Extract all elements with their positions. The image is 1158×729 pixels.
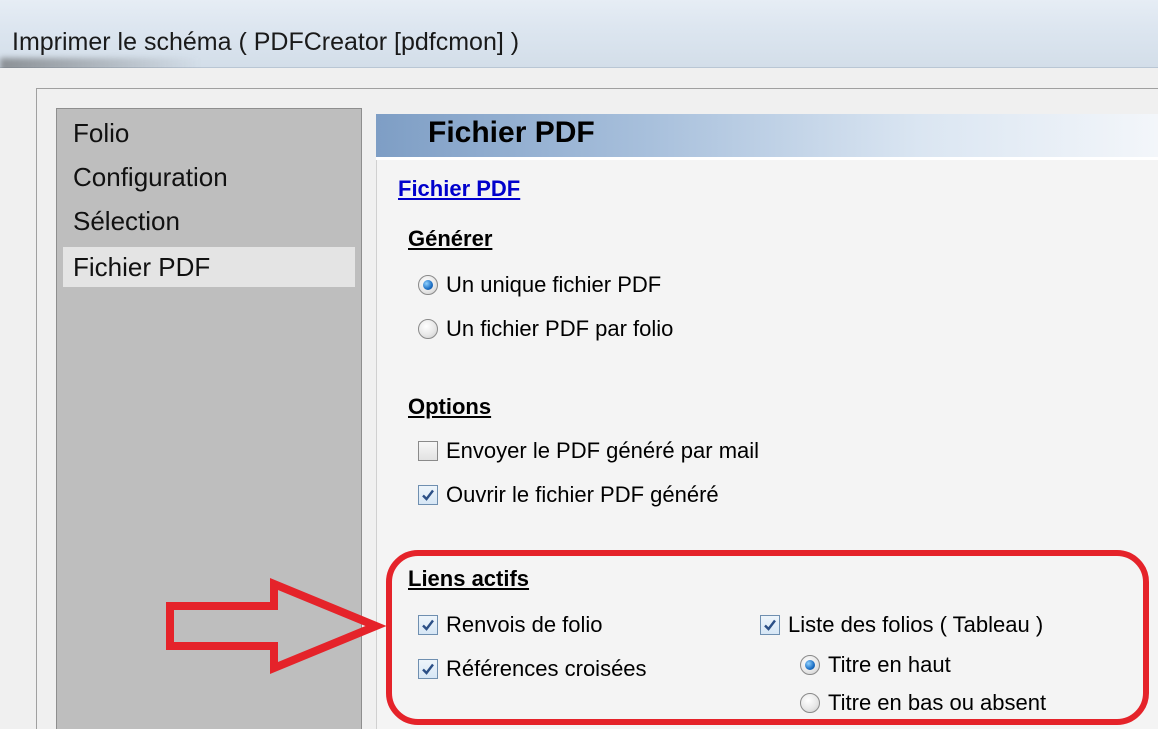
fichier-pdf-link[interactable]: Fichier PDF xyxy=(398,176,520,202)
checkbox-references-croisees[interactable]: Références croisées xyxy=(418,654,647,684)
radio-titre-bas[interactable]: Titre en bas ou absent xyxy=(800,688,1046,718)
radio-button-selected[interactable] xyxy=(800,655,820,675)
radio-titre-bas-label: Titre en bas ou absent xyxy=(828,690,1047,715)
header-divider xyxy=(376,158,1158,160)
checkbox-send-mail-label: Envoyer le PDF généré par mail xyxy=(446,438,760,463)
radio-single-pdf-label: Un unique fichier PDF xyxy=(446,272,662,297)
radio-button[interactable] xyxy=(418,319,438,339)
checkmark-icon xyxy=(422,489,434,501)
radio-single-pdf[interactable]: Un unique fichier PDF xyxy=(418,270,661,300)
nav-item-folio[interactable]: Folio xyxy=(63,113,355,153)
window-title: Imprimer le schéma ( PDFCreator [pdfcmon… xyxy=(12,28,520,56)
checkbox-open-pdf[interactable]: Ouvrir le fichier PDF généré xyxy=(418,480,719,510)
checkmark-icon xyxy=(422,663,434,675)
checkbox-liste-folios-label: Liste des folios ( Tableau ) xyxy=(788,612,1044,637)
window-title-bar: Imprimer le schéma ( PDFCreator [pdfcmon… xyxy=(0,0,1158,72)
generate-section-title: Générer xyxy=(408,226,493,251)
radio-pdf-per-folio[interactable]: Un fichier PDF par folio xyxy=(418,314,673,344)
radio-button-selected[interactable] xyxy=(418,275,438,295)
options-section-title: Options xyxy=(408,394,492,419)
print-dialog: Folio Configuration Sélection Fichier PD… xyxy=(0,68,1158,729)
checkbox-checked[interactable] xyxy=(760,615,780,635)
checkbox-open-pdf-label: Ouvrir le fichier PDF généré xyxy=(446,482,719,507)
checkbox-checked[interactable] xyxy=(418,615,438,635)
checkmark-icon xyxy=(764,619,776,631)
checkbox-liste-folios[interactable]: Liste des folios ( Tableau ) xyxy=(760,610,1043,640)
checkbox-renvois-folio-label: Renvois de folio xyxy=(446,612,603,637)
radio-pdf-per-folio-label: Un fichier PDF par folio xyxy=(446,316,674,341)
nav-item-fichier-pdf[interactable]: Fichier PDF xyxy=(63,247,355,287)
content-border xyxy=(376,160,377,729)
nav-item-selection[interactable]: Sélection xyxy=(63,201,355,241)
links-section-title: Liens actifs xyxy=(408,566,530,591)
settings-content: Fichier PDF Fichier PDF Générer Un uniqu… xyxy=(376,114,1158,729)
checkbox-checked[interactable] xyxy=(418,485,438,505)
content-title: Fichier PDF xyxy=(428,116,595,149)
checkbox-send-mail[interactable]: Envoyer le PDF généré par mail xyxy=(418,436,759,466)
checkbox-references-croisees-label: Références croisées xyxy=(446,656,647,681)
radio-button[interactable] xyxy=(800,693,820,713)
checkbox-checked[interactable] xyxy=(418,659,438,679)
radio-titre-haut[interactable]: Titre en haut xyxy=(800,650,951,680)
checkmark-icon xyxy=(422,619,434,631)
checkbox-renvois-folio[interactable]: Renvois de folio xyxy=(418,610,603,640)
settings-nav: Folio Configuration Sélection Fichier PD… xyxy=(56,108,362,729)
nav-item-configuration[interactable]: Configuration xyxy=(63,157,355,197)
checkbox[interactable] xyxy=(418,441,438,461)
radio-titre-haut-label: Titre en haut xyxy=(828,652,951,677)
content-header: Fichier PDF xyxy=(376,114,1158,158)
